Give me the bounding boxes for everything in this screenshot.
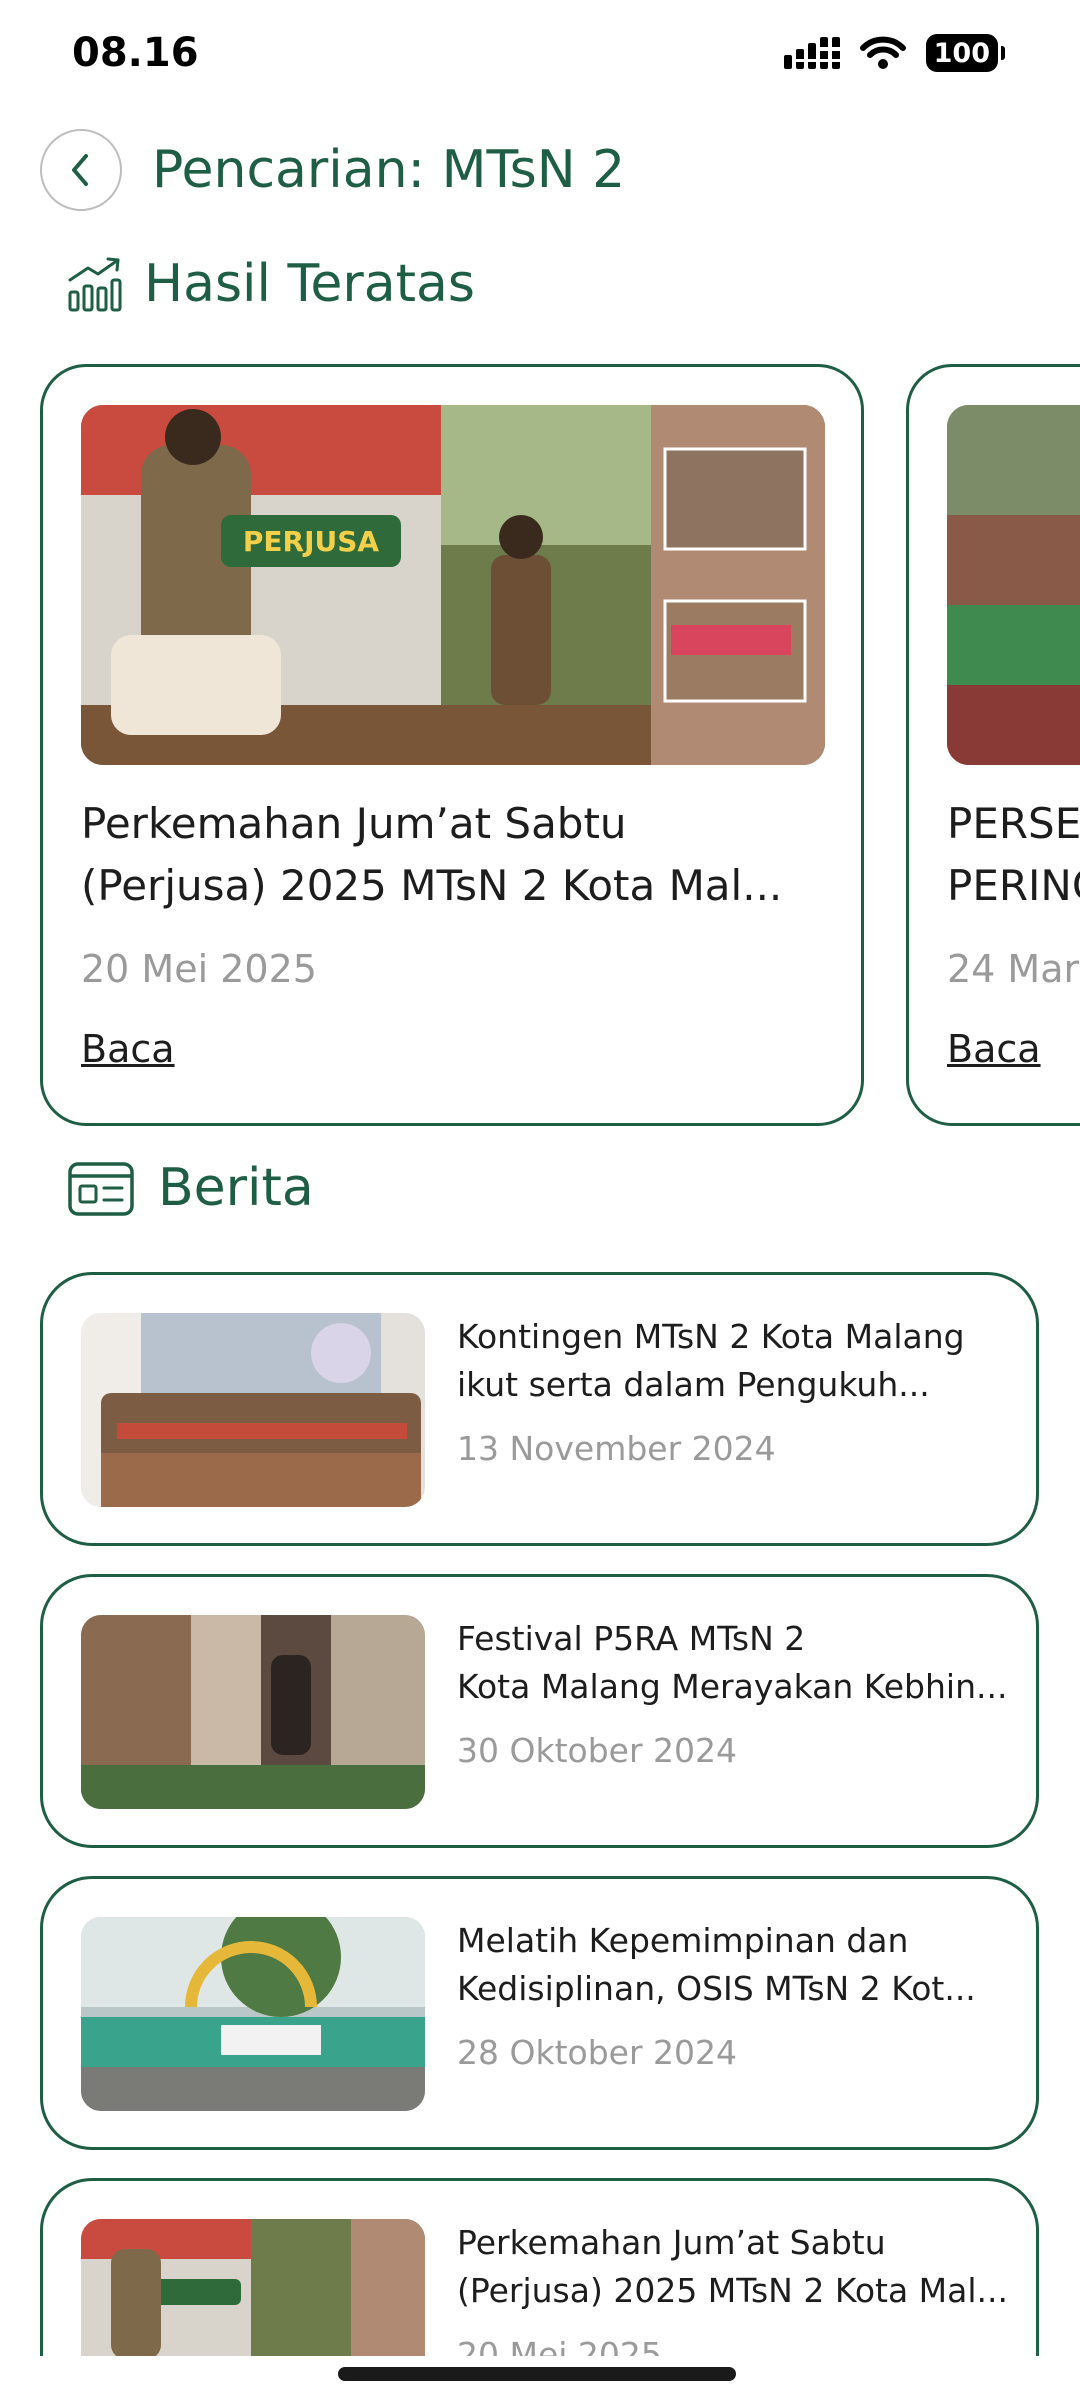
status-time: 08.16 bbox=[72, 30, 199, 76]
news-card[interactable]: Festival P5RA MTsN 2 Kota Malang Merayak… bbox=[40, 1574, 1039, 1848]
chevron-left-icon bbox=[72, 154, 88, 186]
read-link[interactable]: Baca bbox=[947, 1027, 1041, 1071]
news-item-title: Festival P5RA MTsN 2 Kota Malang Merayak… bbox=[457, 1619, 1008, 1706]
news-thumbnail bbox=[81, 1313, 425, 1507]
top-result-card[interactable]: PERJUSA Perkemahan Jum’at Sabtu (Perjusa… bbox=[40, 364, 864, 1126]
news-thumbnail bbox=[81, 1917, 425, 2111]
signal-icon bbox=[783, 37, 840, 69]
top-results-carousel[interactable]: PERJUSA Perkemahan Jum’at Sabtu (Perjusa… bbox=[0, 364, 1080, 1126]
top-result-title: Perkemahan Jum’at Sabtu (Perjusa) 2025 M… bbox=[81, 799, 783, 910]
top-result-date: 20 Mei 2025 bbox=[81, 947, 317, 991]
image-caption: PERJUSA bbox=[243, 525, 380, 558]
news-item-date: 28 Oktober 2024 bbox=[457, 2033, 737, 2072]
news-body: Festival P5RA MTsN 2 Kota Malang Merayak… bbox=[457, 1615, 1013, 1770]
top-result-card[interactable]: PERSEMI PERINGA 24 Mar Baca bbox=[906, 364, 1080, 1126]
wifi-icon bbox=[859, 36, 906, 69]
home-indicator[interactable] bbox=[338, 2367, 736, 2381]
news-list: Kontingen MTsN 2 Kota Malang ikut serta … bbox=[40, 1272, 1040, 2356]
news-card[interactable]: Melatih Kepemimpinan dan Kedisiplinan, O… bbox=[40, 1876, 1039, 2150]
top-result-date: 24 Mar bbox=[947, 947, 1080, 991]
top-result-title: PERSEMI PERINGA bbox=[947, 799, 1080, 910]
news-item-title: Kontingen MTsN 2 Kota Malang ikut serta … bbox=[457, 1317, 965, 1404]
newspaper-icon bbox=[68, 1162, 134, 1216]
status-bar: 08.16 100 bbox=[0, 0, 1080, 110]
chart-growth-icon bbox=[68, 257, 122, 312]
header: Pencarian: MTsN 2 bbox=[40, 128, 625, 212]
news-item-date: 20 Mei 2025 bbox=[457, 2335, 662, 2356]
news-item-title: Melatih Kepemimpinan dan Kedisiplinan, O… bbox=[457, 1921, 976, 2008]
news-item-date: 13 November 2024 bbox=[457, 1429, 776, 1468]
news-item-title: Perkemahan Jum’at Sabtu (Perjusa) 2025 M… bbox=[457, 2223, 1008, 2310]
battery-icon: 100 bbox=[925, 34, 1006, 72]
news-card[interactable]: Kontingen MTsN 2 Kota Malang ikut serta … bbox=[40, 1272, 1039, 1546]
news-title: Berita bbox=[158, 1158, 314, 1218]
news-body: Melatih Kepemimpinan dan Kedisiplinan, O… bbox=[457, 1917, 1013, 2072]
news-header: Berita bbox=[66, 1158, 314, 1218]
top-results-title: Hasil Teratas bbox=[144, 254, 475, 314]
news-body: Kontingen MTsN 2 Kota Malang ikut serta … bbox=[457, 1313, 1013, 1468]
news-thumbnail bbox=[81, 1615, 425, 1809]
page-title: Pencarian: MTsN 2 bbox=[152, 140, 626, 200]
back-button[interactable] bbox=[40, 129, 122, 211]
news-body: Perkemahan Jum’at Sabtu (Perjusa) 2025 M… bbox=[457, 2219, 1013, 2356]
news-item-date: 30 Oktober 2024 bbox=[457, 1731, 737, 1770]
read-link[interactable]: Baca bbox=[81, 1027, 175, 1071]
top-result-image bbox=[947, 405, 1080, 765]
top-results-header: Hasil Teratas bbox=[66, 254, 475, 314]
top-result-image: PERJUSA bbox=[81, 405, 825, 765]
news-card[interactable]: Perkemahan Jum’at Sabtu (Perjusa) 2025 M… bbox=[40, 2178, 1039, 2356]
news-thumbnail bbox=[81, 2219, 425, 2356]
status-icons: 100 bbox=[783, 34, 1006, 72]
